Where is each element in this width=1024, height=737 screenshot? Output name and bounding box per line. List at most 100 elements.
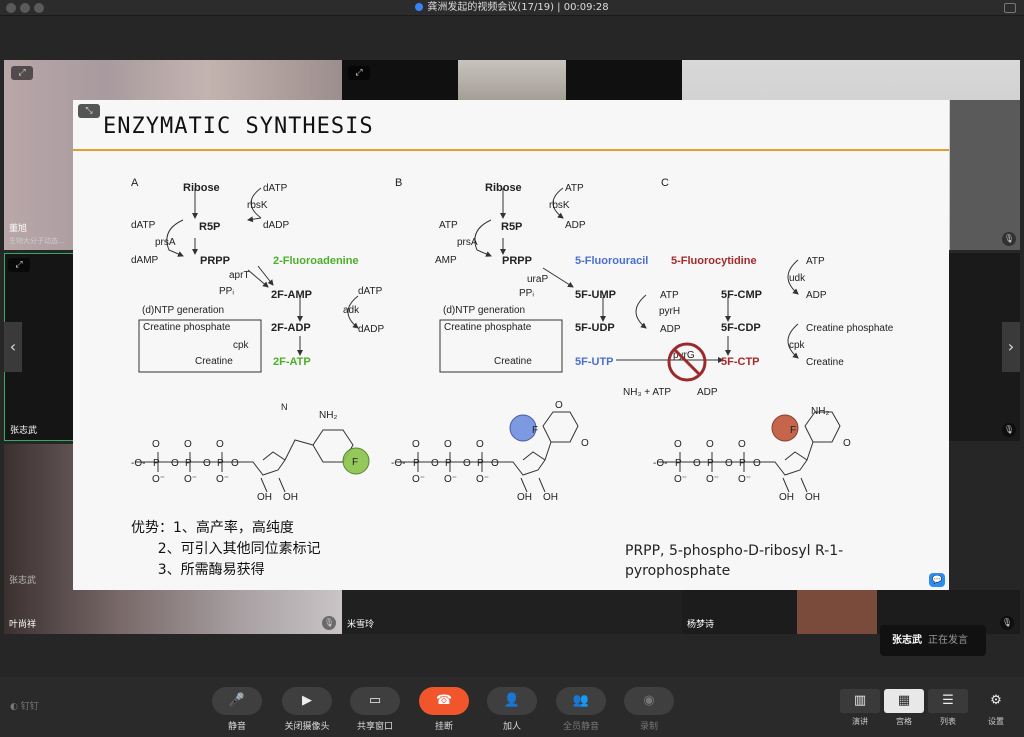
svg-text:NH₃ + ATP: NH₃ + ATP — [623, 387, 671, 398]
video-tile-2[interactable]: ⤢ — [342, 60, 682, 100]
svg-text:5F-CMP: 5F-CMP — [721, 289, 762, 301]
advantage-line: 优势：1、高产率，高纯度 — [131, 520, 294, 536]
svg-text:O: O — [184, 439, 192, 450]
video-tile-7[interactable]: 米雪玲 — [342, 590, 682, 634]
participant-name: 张志武 — [10, 426, 38, 436]
svg-text:NH₂: NH₂ — [319, 410, 337, 421]
participant-name: 叶尚祥 — [9, 620, 37, 630]
svg-text:(d)NTP generation: (d)NTP generation — [443, 305, 525, 316]
fullscreen-icon[interactable] — [1004, 3, 1016, 13]
list-view-button[interactable]: ☰ 列表 — [928, 689, 968, 727]
svg-text:O: O — [216, 439, 224, 450]
svg-text:P: P — [675, 458, 682, 469]
previous-page-button[interactable]: ‹ — [4, 322, 22, 372]
add-person-button[interactable]: 👤 加人 — [487, 687, 537, 732]
camera-button[interactable]: ▶ 关闭摄像头 — [282, 687, 332, 732]
microphone-icon: 🎤 — [212, 687, 262, 715]
svg-text:Creatine phosphate: Creatine phosphate — [444, 322, 532, 333]
speaker-view-button[interactable]: ▥ 演讲 — [840, 689, 880, 727]
gear-icon: ⚙ — [990, 693, 1002, 708]
svg-text:adk: adk — [343, 305, 360, 316]
svg-text:dAMP: dAMP — [131, 255, 159, 266]
svg-text:ADP: ADP — [660, 324, 681, 335]
svg-text:O⁻: O⁻ — [706, 474, 719, 485]
hangup-button[interactable]: ☎ 挂断 — [419, 687, 469, 732]
svg-text:rbsK: rbsK — [247, 200, 268, 211]
svg-text:uraP: uraP — [527, 274, 548, 285]
expand-icon[interactable]: ⤢ — [8, 258, 30, 272]
svg-text:ADP: ADP — [806, 290, 827, 301]
svg-text:O: O — [231, 458, 239, 469]
svg-text:dATP: dATP — [263, 183, 288, 194]
mic-icon: 🎙 — [1002, 423, 1016, 437]
next-page-button[interactable]: › — [1002, 322, 1020, 372]
svg-text:OH: OH — [517, 492, 532, 503]
svg-text:O: O — [444, 439, 452, 450]
grid-view-button[interactable]: ▦ 宫格 — [884, 689, 924, 727]
expand-icon[interactable]: ⤢ — [11, 66, 33, 80]
svg-text:rbsK: rbsK — [549, 200, 570, 211]
svg-text:-O-: -O- — [131, 458, 145, 469]
svg-text:dATP: dATP — [131, 220, 156, 231]
svg-text:2F-AMP: 2F-AMP — [271, 289, 312, 301]
speaker-view-icon: ▥ — [840, 689, 880, 713]
svg-text:O: O — [693, 458, 701, 469]
svg-text:O: O — [581, 438, 589, 449]
svg-text:5-Fluorouracil: 5-Fluorouracil — [575, 255, 648, 267]
svg-text:aprT: aprT — [229, 270, 250, 281]
svg-text:O: O — [738, 439, 746, 450]
settings-button[interactable]: ⚙ 设置 — [976, 689, 1016, 727]
mute-all-button[interactable]: 👥 全员静音 — [556, 687, 606, 732]
svg-text:udk: udk — [789, 273, 806, 284]
svg-text:P: P — [739, 458, 746, 469]
svg-text:F: F — [352, 457, 358, 468]
pathway-figure: A Ribose dATP rbsK dADP R5P dATP prsA dA… — [131, 177, 894, 503]
svg-text:O⁻: O⁻ — [412, 474, 425, 485]
svg-text:ADP: ADP — [697, 387, 718, 398]
svg-text:5F-UTP: 5F-UTP — [575, 356, 614, 368]
svg-text:dADP: dADP — [358, 324, 384, 335]
svg-text:Ribose: Ribose — [485, 182, 522, 194]
svg-text:Creatine: Creatine — [806, 357, 844, 368]
svg-text:2F-ADP: 2F-ADP — [271, 322, 311, 334]
svg-text:PRPP: PRPP — [200, 255, 230, 267]
svg-text:O: O — [203, 458, 211, 469]
svg-text:F: F — [790, 425, 796, 436]
svg-text:O⁻: O⁻ — [738, 474, 751, 485]
advantage-line: 2、可引入其他同位素标记 — [131, 541, 321, 557]
chat-icon[interactable]: 💬 — [929, 573, 945, 587]
svg-text:OH: OH — [779, 492, 794, 503]
svg-text:P: P — [217, 458, 224, 469]
record-button[interactable]: ◉ 录制 — [624, 687, 674, 732]
advantages-list: 优势：1、高产率，高纯度 2、可引入其他同位素标记 3、所需酶易获得 — [131, 518, 321, 581]
mute-button[interactable]: 🎤 静音 — [212, 687, 262, 732]
svg-text:O: O — [674, 439, 682, 450]
advantage-line: 3、所需酶易获得 — [131, 562, 265, 578]
svg-text:dATP: dATP — [358, 286, 383, 297]
svg-text:cpk: cpk — [789, 340, 806, 351]
share-icon: ▭ — [350, 687, 400, 715]
share-window-button[interactable]: ▭ 共享窗口 — [350, 687, 400, 732]
svg-text:P: P — [413, 458, 420, 469]
svg-text:2-Fluoroadenine: 2-Fluoroadenine — [273, 255, 359, 267]
shared-screen-slide: ⤡ ENZYMATIC SYNTHESIS A Ribose dATP rbsK… — [73, 100, 949, 590]
svg-text:O: O — [706, 439, 714, 450]
svg-text:Creatine phosphate: Creatine phosphate — [143, 322, 231, 333]
svg-text:pyrH: pyrH — [659, 306, 680, 317]
svg-text:Creatine: Creatine — [494, 356, 532, 367]
mic-icon: 🎙 — [1002, 232, 1016, 246]
svg-text:R5P: R5P — [199, 221, 220, 233]
svg-text:prsA: prsA — [155, 237, 176, 248]
svg-text:O⁻: O⁻ — [674, 474, 687, 485]
svg-text:O⁻: O⁻ — [444, 474, 457, 485]
window-titlebar: 龚洲发起的视频会议(17/19) | 00:09:28 — [0, 0, 1024, 16]
record-icon: ◉ — [624, 687, 674, 715]
svg-text:Ribose: Ribose — [183, 182, 220, 194]
svg-text:F: F — [532, 425, 538, 436]
svg-text:5F-CDP: 5F-CDP — [721, 322, 761, 334]
svg-text:PPᵢ: PPᵢ — [519, 288, 534, 299]
expand-icon[interactable]: ⤢ — [348, 66, 370, 80]
svg-text:O⁻: O⁻ — [152, 474, 165, 485]
brand-logo: ◐ 钉钉 — [10, 702, 39, 712]
mic-icon: 🎙 — [1000, 616, 1014, 630]
